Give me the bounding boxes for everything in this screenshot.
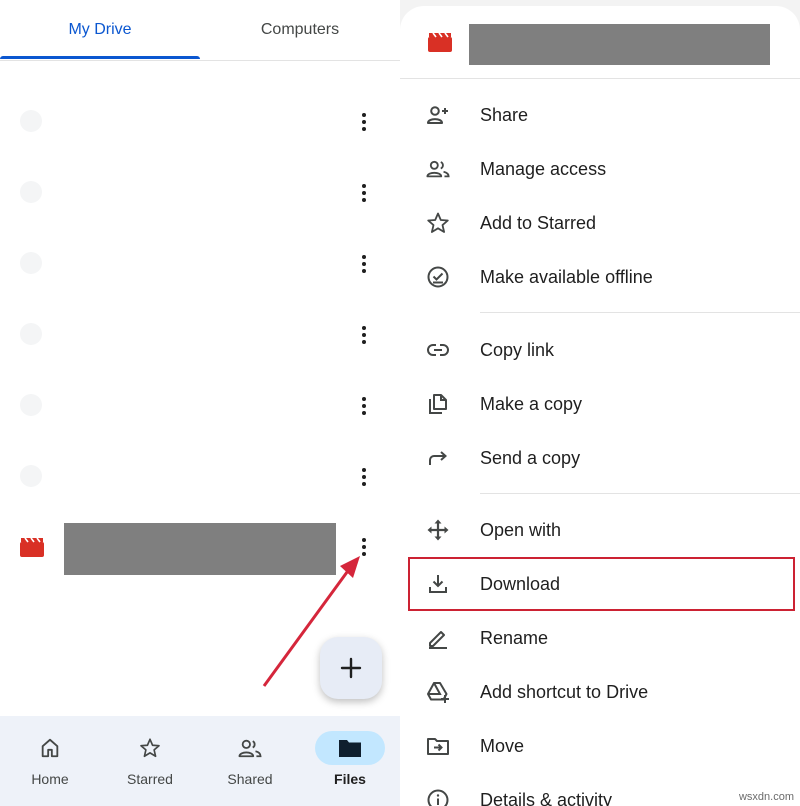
more-options-icon[interactable]: [352, 252, 376, 276]
file-row[interactable]: [0, 441, 400, 512]
redacted-file-name: [64, 523, 336, 575]
folder-icon: [339, 740, 361, 757]
file-icon: [20, 110, 42, 132]
file-row[interactable]: [0, 228, 400, 299]
file-icon: [20, 252, 42, 274]
file-actions-sheet: Share Manage access Add to Starred Make …: [400, 6, 800, 806]
file-row[interactable]: [0, 370, 400, 441]
people-icon: [426, 160, 450, 178]
more-options-icon[interactable]: [352, 110, 376, 134]
menu-item-add-to-starred[interactable]: Add to Starred: [400, 196, 800, 250]
active-tab-indicator: [0, 56, 200, 59]
menu-item-share[interactable]: Share: [400, 88, 800, 142]
tab-computers[interactable]: Computers: [200, 0, 400, 60]
drive-tabs: My Drive Computers: [0, 0, 400, 61]
menu-item-move[interactable]: Move: [400, 719, 800, 773]
star-icon: [427, 212, 449, 233]
offline-check-icon: [427, 266, 449, 288]
menu-item-make-available-offline[interactable]: Make available offline: [400, 250, 800, 304]
menu-item-rename[interactable]: Rename: [400, 611, 800, 665]
nav-home[interactable]: Home: [0, 716, 100, 806]
home-icon: [41, 738, 59, 758]
bottom-navigation: Home Starred Shared Files: [0, 716, 400, 806]
tab-my-drive[interactable]: My Drive: [0, 0, 200, 60]
forward-icon: [429, 451, 448, 465]
menu-divider: [480, 312, 800, 313]
nav-starred-label: Starred: [127, 771, 173, 787]
sheet-header: [400, 6, 800, 79]
file-icon: [20, 465, 42, 487]
more-options-icon[interactable]: [352, 323, 376, 347]
open-with-icon: [427, 519, 449, 541]
link-icon: [427, 344, 449, 356]
menu-item-make-a-copy[interactable]: Make a copy: [400, 377, 800, 431]
person-add-icon: [427, 106, 448, 124]
file-icon: [20, 181, 42, 203]
file-row[interactable]: [0, 86, 400, 157]
file-row[interactable]: [0, 299, 400, 370]
redacted-file-name: [469, 24, 770, 65]
nav-files-label: Files: [334, 771, 366, 787]
nav-starred[interactable]: Starred: [100, 716, 200, 806]
plus-icon: [340, 657, 362, 679]
more-options-icon[interactable]: [352, 181, 376, 205]
drive-file-list-screen: My Drive Computers Home Starred Shared F…: [0, 0, 400, 806]
nav-home-label: Home: [31, 771, 69, 787]
move-folder-icon: [427, 738, 449, 755]
pencil-icon: [429, 631, 447, 649]
drive-shortcut-icon: [427, 682, 449, 703]
file-row[interactable]: [0, 157, 400, 228]
menu-item-copy-link[interactable]: Copy link: [400, 323, 800, 377]
watermark: wsxdn.com: [738, 791, 794, 803]
new-item-fab[interactable]: [320, 637, 382, 699]
star-icon: [140, 738, 160, 758]
info-icon: [427, 789, 449, 806]
file-actions-screen: Share Manage access Add to Starred Make …: [400, 0, 800, 806]
menu-item-send-a-copy[interactable]: Send a copy: [400, 431, 800, 485]
file-icon: [20, 394, 42, 416]
more-options-icon[interactable]: [352, 465, 376, 489]
nav-files[interactable]: Files: [300, 716, 400, 806]
nav-shared[interactable]: Shared: [200, 716, 300, 806]
nav-shared-label: Shared: [227, 771, 273, 787]
video-file-icon: [428, 32, 452, 52]
file-icon: [20, 323, 42, 345]
copy-icon: [429, 394, 447, 414]
people-icon: [238, 739, 262, 758]
menu-item-add-shortcut-to-drive[interactable]: Add shortcut to Drive: [400, 665, 800, 719]
menu-item-open-with[interactable]: Open with: [400, 503, 800, 557]
more-options-icon[interactable]: [352, 394, 376, 418]
more-options-icon[interactable]: [352, 535, 376, 559]
menu-divider: [480, 493, 800, 494]
menu-item-manage-access[interactable]: Manage access: [400, 142, 800, 196]
video-file-icon: [20, 537, 44, 557]
download-highlight-box: [408, 557, 795, 611]
